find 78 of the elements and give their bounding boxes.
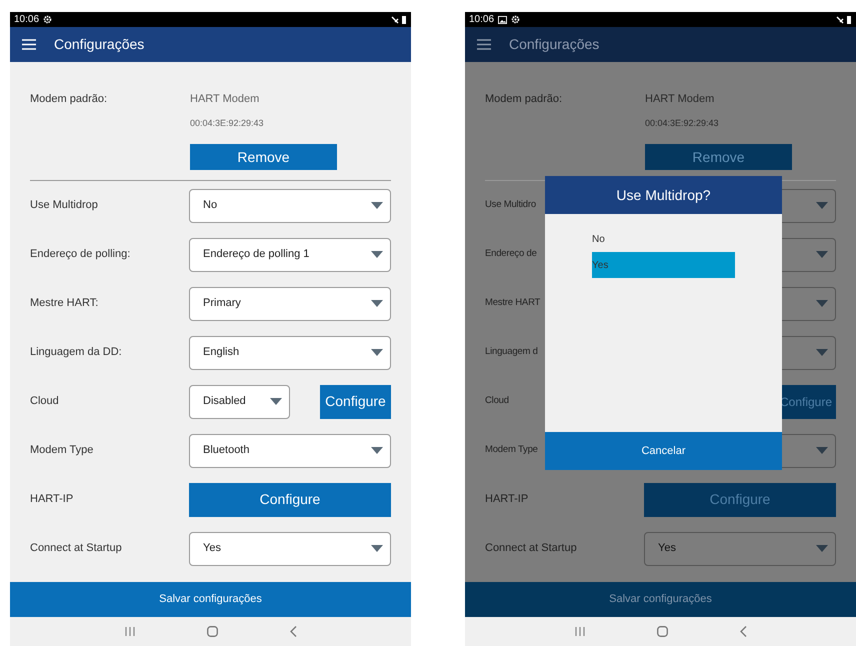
status-icons (391, 16, 407, 24)
dropdown-value: Bluetooth (203, 443, 250, 458)
dropdown-arrow-icon (371, 447, 383, 454)
dropdown-arrow-icon (371, 349, 383, 356)
dropdown-arrow-icon (371, 202, 383, 209)
image-icon (498, 16, 508, 24)
recent-apps-icon[interactable] (124, 627, 134, 636)
dropdown[interactable]: Yes (189, 532, 391, 566)
dropdown-arrow-icon (816, 349, 828, 356)
dropdown-arrow-icon (816, 300, 828, 307)
setting-label: Use Multidrop (30, 198, 99, 214)
settings-icon (511, 15, 520, 24)
remove-button[interactable]: Remove (645, 144, 792, 170)
dialog-title: Use Multidrop? (616, 186, 711, 205)
modem-name: HART Modem (645, 92, 716, 107)
dropdown-arrow-icon (371, 251, 383, 258)
dropdown-value: No (203, 198, 218, 214)
remove-button[interactable]: Remove (190, 144, 337, 170)
setting-label: Cloud (30, 394, 60, 410)
setting-label: Linguagem d (485, 345, 539, 360)
setting-label: Use Multidro (485, 198, 537, 212)
dropdown-arrow-icon (816, 251, 828, 258)
save-button[interactable]: Salvar configurações (465, 582, 856, 617)
clock: 10:06 (469, 14, 494, 24)
setting-label: Modem padrão: (30, 92, 108, 107)
setting-label: Mestre HART (485, 296, 542, 310)
modem-address: 00:04:3E:92:29:43 (190, 116, 265, 130)
setting-label: Endereço de polling: (30, 247, 132, 262)
setting-label: Linguagem da DD: (30, 345, 123, 360)
save-button[interactable]: Salvar configurações (10, 582, 411, 617)
configure-button[interactable]: Configure (320, 384, 391, 418)
clock: 10:06 (14, 14, 40, 24)
dropdown[interactable]: Primary (189, 286, 391, 320)
setting-label: Mestre HART: (30, 296, 100, 312)
setting-label: Connect at Startup (485, 541, 578, 556)
dropdown-value: Disabled (203, 394, 246, 410)
dropdown-arrow-icon (371, 300, 383, 307)
page-title: Configurações (54, 35, 144, 54)
back-icon[interactable] (290, 626, 296, 637)
setting-label: Modem padrão: (485, 92, 564, 107)
page-title: Configurações (509, 35, 600, 54)
dropdown[interactable]: Endereço de polling 1 (189, 238, 391, 272)
configure-button[interactable]: Configure (189, 482, 391, 516)
dropdown[interactable]: Yes (644, 532, 836, 566)
home-icon[interactable] (206, 626, 218, 637)
dropdown[interactable]: Bluetooth (189, 434, 391, 468)
dropdown-arrow-icon (816, 447, 828, 454)
dropdown[interactable]: No (189, 188, 391, 222)
modem-name: HART Modem (190, 92, 260, 107)
setting-label: Endereço de (485, 247, 538, 262)
recent-apps-icon[interactable] (574, 627, 584, 636)
dropdown-arrow-icon (371, 545, 383, 552)
dropdown-value: Yes (203, 541, 221, 556)
dropdown-arrow-icon (816, 545, 828, 552)
setting-label: Connect at Startup (30, 541, 123, 556)
dropdown[interactable]: Disabled (189, 384, 290, 418)
dropdown-value: Yes (658, 541, 676, 556)
home-icon[interactable] (656, 626, 668, 637)
settings-icon (43, 15, 52, 24)
setting-label: Modem Type (30, 443, 94, 458)
dialog-option[interactable]: Yes (592, 252, 735, 278)
configure-button[interactable]: Configure (644, 482, 836, 516)
back-icon[interactable] (740, 626, 746, 637)
dropdown-value: Primary (203, 296, 241, 312)
dropdown-value: English (203, 345, 240, 360)
modem-address: 00:04:3E:92:29:43 (645, 116, 720, 130)
dropdown-value: Endereço de polling 1 (203, 247, 310, 262)
menu-icon[interactable] (477, 39, 491, 50)
setting-label: HART-IP (485, 492, 530, 508)
cancel-button[interactable]: Cancelar (545, 432, 782, 470)
setting-label: HART-IP (30, 492, 74, 508)
status-icons (836, 16, 852, 24)
setting-label: Modem Type (485, 443, 539, 458)
dialog-option[interactable]: No (592, 226, 735, 252)
dropdown-arrow-icon (270, 398, 282, 405)
dropdown-arrow-icon (816, 202, 828, 209)
dropdown[interactable]: English (189, 336, 391, 370)
setting-label: Cloud (485, 394, 510, 408)
